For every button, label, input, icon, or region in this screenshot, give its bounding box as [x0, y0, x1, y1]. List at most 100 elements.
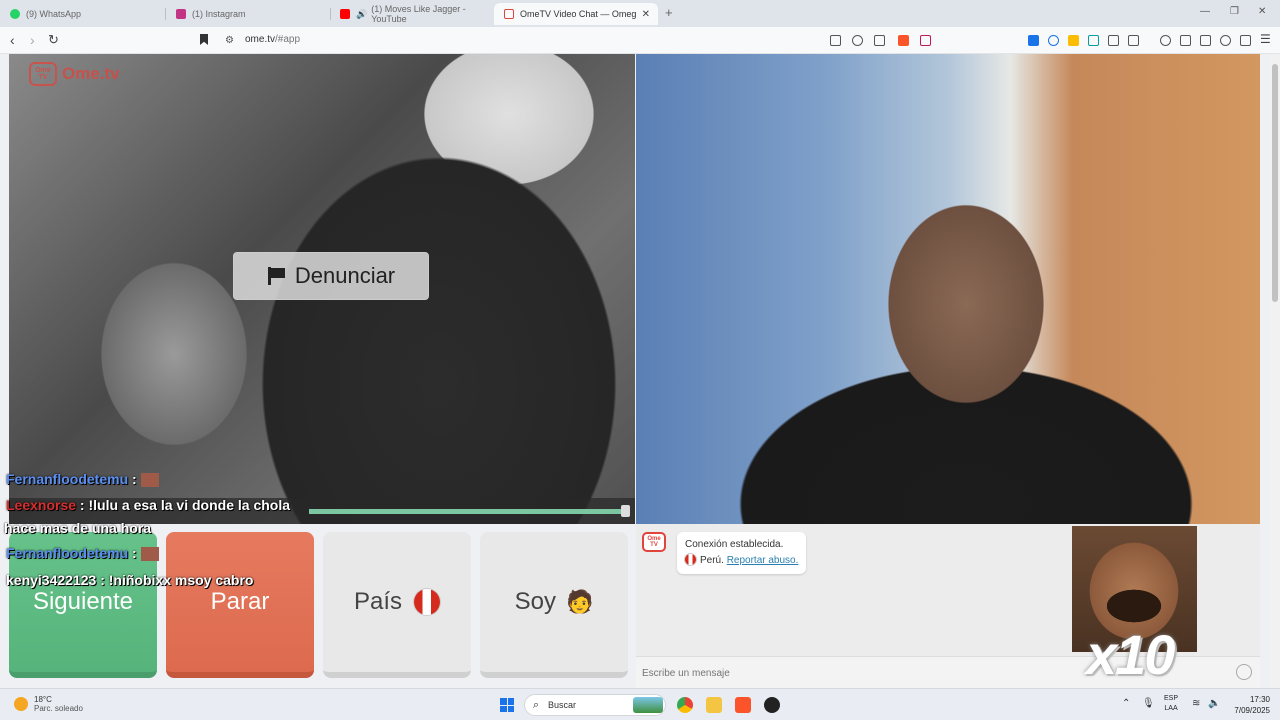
wallet-icon[interactable]	[1200, 35, 1211, 46]
vpn-icon[interactable]	[1240, 35, 1251, 46]
weather-widget[interactable]: 18°C Parc. soleado	[14, 695, 83, 713]
music-icon[interactable]	[1160, 35, 1171, 46]
minimize-icon[interactable]: —	[1200, 6, 1210, 17]
tab-title: (9) WhatsApp	[26, 9, 82, 19]
meme-caption: x10	[1086, 623, 1175, 686]
file-explorer-icon[interactable]	[706, 697, 722, 713]
tab-whatsapp[interactable]: (9) WhatsApp	[0, 3, 160, 25]
ometv-bot-icon: Ome TV	[642, 532, 666, 552]
clock-date: 7/09/2025	[1234, 706, 1270, 715]
obs-icon[interactable]	[764, 697, 780, 713]
sidebar-icon[interactable]	[1180, 35, 1191, 46]
menu-icon[interactable]: ☰	[1260, 32, 1271, 46]
stop-label: Parar	[210, 588, 270, 615]
share-icon[interactable]	[874, 35, 885, 46]
overlay-chat-line: hace mas de una hora	[4, 520, 152, 536]
extension-icon[interactable]	[1028, 35, 1039, 46]
extension-icon[interactable]	[1068, 35, 1079, 46]
reload-icon[interactable]: ↻	[48, 32, 59, 48]
tray-chevron-icon[interactable]: ⌃	[1122, 698, 1130, 709]
forward-icon[interactable]: ›	[30, 32, 35, 48]
page-scrollbar[interactable]	[1270, 54, 1280, 688]
clock[interactable]: 17:30 7/09/2025	[1226, 694, 1270, 716]
brave-rewards-icon[interactable]	[920, 35, 931, 46]
tab-youtube[interactable]: 🔊 (1) Moves Like Jagger - YouTube	[330, 3, 490, 25]
tab-title: OmeTV Video Chat — Omeg	[520, 9, 637, 19]
ometv-logo-icon: Ome TV	[29, 62, 57, 86]
country-label: País	[353, 588, 403, 615]
gender-label: Soy	[514, 588, 556, 615]
emote-icon	[140, 473, 159, 488]
ometv-icon	[504, 9, 514, 19]
whatsapp-icon	[10, 9, 20, 19]
instagram-icon	[176, 9, 186, 19]
next-label: Siguiente	[32, 588, 134, 615]
extension-icon[interactable]	[1128, 35, 1139, 46]
clock-time: 17:30	[1249, 695, 1270, 704]
translate-icon[interactable]	[852, 35, 863, 46]
peru-flag-icon	[414, 589, 441, 615]
chrome-icon[interactable]	[677, 697, 693, 713]
weather-temp: 18°C	[34, 695, 52, 704]
overlay-chat-line: Leexnorse : !lulu a esa la vi donde la c…	[6, 497, 291, 513]
tab-instagram[interactable]: (1) Instagram	[166, 3, 326, 25]
volume-icon[interactable]: 🔈	[1208, 698, 1220, 709]
tab-bar: (9) WhatsApp (1) Instagram 🔊 (1) Moves L…	[0, 0, 1280, 27]
close-window-icon[interactable]: ✕	[1258, 6, 1266, 17]
stop-button[interactable]: Parar	[166, 532, 314, 678]
scrollbar-thumb[interactable]	[1272, 64, 1278, 302]
extension-icon[interactable]	[1088, 35, 1099, 46]
new-tab-button[interactable]: +	[665, 5, 673, 20]
back-icon[interactable]: ‹	[10, 32, 15, 48]
extension-icon[interactable]	[1108, 35, 1119, 46]
cast-icon[interactable]	[830, 35, 841, 46]
system-message: Conexión establecida. Perú. Reportar abu…	[677, 532, 807, 574]
leo-icon[interactable]	[1220, 35, 1231, 46]
extension-icon[interactable]	[1048, 35, 1059, 46]
youtube-icon	[340, 9, 350, 19]
wifi-icon[interactable]: ≋	[1192, 698, 1200, 709]
taskbar-search[interactable]: ⌕ Buscar	[524, 694, 666, 716]
overlay-chat-line: Fernanfloodetemu :	[6, 471, 159, 488]
ometv-logo-text: Ome.tv	[62, 64, 120, 83]
partner-country: Perú.	[700, 555, 724, 566]
stranger-video: Ome TV Ome.tv Denunciar	[9, 54, 635, 524]
progress-handle[interactable]	[621, 505, 630, 517]
brave-icon[interactable]	[735, 697, 751, 713]
weather-desc: Parc. soleado	[34, 704, 83, 713]
site-info-icon[interactable]: ⚙	[225, 35, 234, 46]
search-icon: ⌕	[533, 699, 540, 711]
country-button[interactable]: País	[323, 532, 471, 678]
report-abuse-link[interactable]: Reportar abuso.	[727, 555, 799, 566]
flag-icon	[267, 267, 285, 285]
sun-icon	[14, 697, 28, 711]
tab-title: (1) Moves Like Jagger - YouTube	[371, 4, 466, 24]
emoji-icon[interactable]	[1236, 664, 1252, 680]
microphone-icon[interactable]: 🎙	[1142, 698, 1155, 709]
tab-title: (1) Instagram	[192, 9, 246, 19]
gender-button[interactable]: Soy 🧑	[480, 532, 628, 678]
browser-toolbar: ‹ › ↻ ⚙ ome.tv/#app ☰	[0, 27, 1280, 54]
overlay-chat-line: kenyi3422123 : !niñobixx msoy cabro	[6, 572, 254, 588]
progress-track	[309, 509, 625, 514]
close-tab-icon[interactable]: ✕	[642, 9, 650, 20]
bookmark-icon[interactable]	[200, 34, 208, 45]
brave-shield-icon[interactable]	[898, 35, 909, 46]
ometv-logo: Ome TV Ome.tv	[29, 62, 120, 86]
overlay-chat-line: Fernanfloodetemu :	[6, 545, 159, 562]
speaker-icon[interactable]: 🔊	[356, 9, 367, 20]
url-text: ome.tv/#app	[245, 34, 301, 45]
language-indicator[interactable]: ESP LAA	[1164, 694, 1178, 714]
search-highlight-image	[633, 697, 663, 713]
peru-flag-icon	[685, 554, 696, 565]
emote-icon	[140, 547, 159, 562]
self-video	[636, 54, 1260, 524]
boy-icon: 🧑	[565, 589, 594, 614]
report-label: Denunciar	[294, 263, 396, 288]
search-label: Buscar	[548, 700, 577, 710]
restore-icon[interactable]: ❐	[1230, 6, 1239, 17]
report-button[interactable]: Denunciar	[233, 252, 429, 300]
windows-start-icon[interactable]	[500, 698, 514, 712]
tab-ometv[interactable]: OmeTV Video Chat — Omeg ✕	[494, 3, 658, 25]
taskbar: 18°C Parc. soleado ⌕ Buscar ⌃ 🎙 ESP LAA ≋…	[0, 688, 1280, 720]
